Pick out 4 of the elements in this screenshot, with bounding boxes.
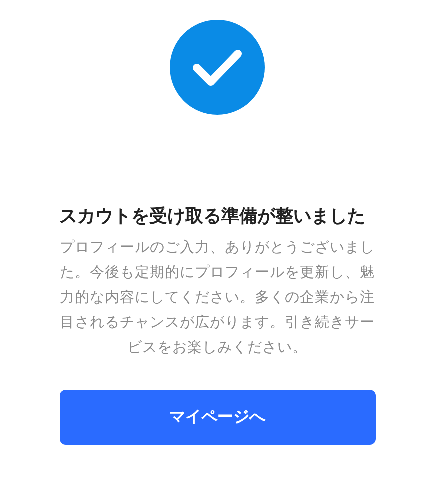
mypage-button[interactable]: マイページへ <box>60 390 376 445</box>
check-icon <box>170 20 265 115</box>
message-text: プロフィールのご入力、ありがとうございました。今後も定期的にプロフィールを更新し、魅力的な内容にしてください。多くの企業から注目されるチャンスが広がります。引き続きサービスをお楽しみください。 <box>60 238 376 358</box>
heading: スカウトを受け取る準備が整いました <box>60 205 366 229</box>
